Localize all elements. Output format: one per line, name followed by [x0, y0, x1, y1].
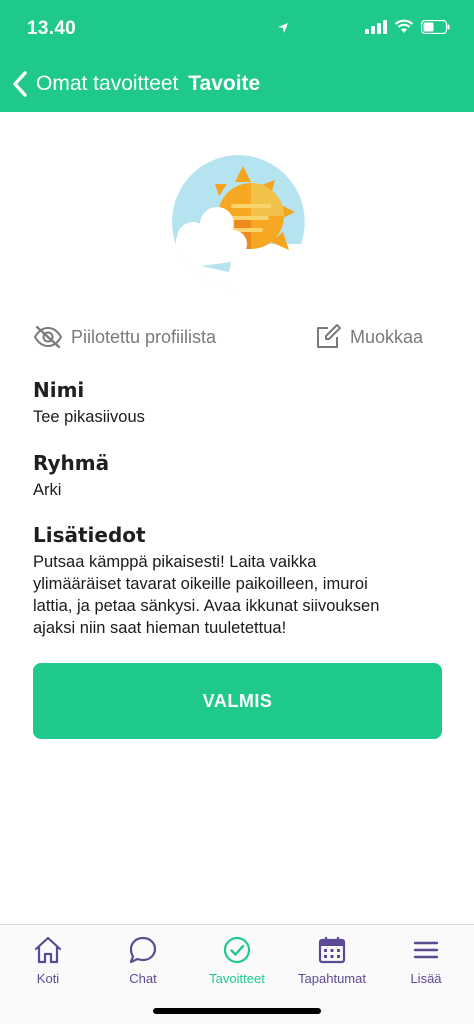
check-circle-icon: [223, 936, 251, 964]
hidden-from-profile-label: Piilotettu profiilista: [71, 326, 217, 347]
header-bar: 13.40 Omat tavoitteet Tavoite: [0, 0, 474, 112]
details-line: Putsaa kämppä pikaisesti! Laita vaikka: [33, 553, 317, 571]
cellular-signal-icon: [365, 19, 387, 34]
group-value: Arki: [33, 481, 62, 499]
status-time: 13.40: [27, 18, 77, 39]
tab-koti[interactable]: Koti: [1, 935, 95, 986]
home-indicator: [153, 1008, 321, 1014]
tab-label: Koti: [36, 971, 60, 986]
back-button[interactable]: [12, 68, 34, 100]
name-field: Nimi Tee pikasiivous: [33, 378, 443, 428]
edit-label: Muokkaa: [349, 326, 423, 347]
tab-tapahtumat[interactable]: Tapahtumat: [285, 935, 379, 986]
group-field: Ryhmä Arki: [33, 451, 443, 501]
menu-icon: [413, 941, 439, 959]
name-label: Nimi: [33, 378, 85, 402]
details-line: lattia, ja petaa sänkysi. Avaa ikkunat s…: [33, 597, 380, 615]
group-label: Ryhmä: [33, 451, 110, 475]
page-title: Tavoite: [188, 72, 261, 95]
tab-label: Tapahtumat: [298, 971, 366, 986]
chevron-left-icon: [13, 71, 27, 97]
details-label: Lisätiedot: [33, 523, 146, 547]
edit-icon: [316, 324, 341, 348]
chat-icon: [129, 936, 157, 964]
goal-image: [171, 154, 307, 290]
tab-tavoitteet[interactable]: Tavoitteet: [190, 935, 284, 986]
name-value: Tee pikasiivous: [33, 408, 145, 426]
tab-label: Lisää: [410, 971, 442, 986]
tab-chat[interactable]: Chat: [96, 935, 190, 986]
hidden-from-profile-toggle[interactable]: Piilotettu profiilista: [33, 325, 216, 349]
status-icons: [278, 19, 450, 34]
calendar-icon: [318, 937, 346, 964]
battery-icon: [421, 19, 450, 34]
wifi-icon: [394, 19, 414, 33]
details-line: ylimääräiset tavarat oikeille paikoillee…: [33, 575, 368, 593]
tab-lisaa[interactable]: Lisää: [379, 935, 473, 986]
done-button[interactable]: VALMIS: [33, 663, 442, 739]
details-field: Lisätiedot Putsaa kämppä pikaisesti! Lai…: [33, 523, 443, 639]
action-row: Piilotettu profiilista Muokkaa: [33, 320, 423, 354]
home-icon: [34, 936, 62, 964]
nav-title: Omat tavoitteet Tavoite: [36, 72, 260, 96]
sun-cloud-icon: [172, 155, 306, 289]
tab-label: Chat: [129, 971, 157, 986]
eye-off-icon: [33, 325, 63, 349]
details-line: ajaksi niin saat hieman tuuletettua!: [33, 619, 287, 637]
back-label[interactable]: Omat tavoitteet: [36, 72, 178, 95]
details-value: Putsaa kämppä pikaisesti! Laita vaikka y…: [33, 551, 443, 639]
edit-button[interactable]: Muokkaa: [314, 323, 423, 351]
tab-label: Tavoitteet: [209, 971, 265, 986]
location-arrow-icon: [278, 23, 288, 33]
